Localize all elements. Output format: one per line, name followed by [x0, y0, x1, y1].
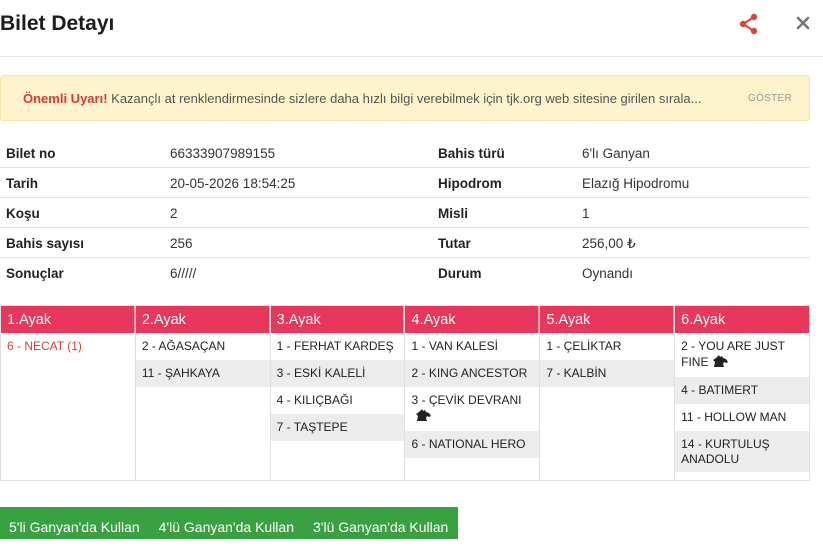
horse-name: 6 - NECAT (1) [7, 339, 82, 353]
info-label: Tarih [6, 176, 39, 191]
info-label: Bahis türü [438, 146, 505, 161]
leg-header: 5.Ayak [540, 306, 675, 333]
horse-name: 1 - ÇELİKTAR [546, 339, 622, 353]
info-label: Bilet no [6, 146, 56, 161]
horse-head-icon [711, 354, 729, 372]
info-value: 256 [170, 236, 193, 251]
share-icon[interactable] [738, 13, 760, 35]
info-value: 66333907989155 [170, 146, 276, 161]
info-value: 20-05-2026 18:54:25 [170, 176, 296, 191]
use-ganyan-button[interactable]: 4'lü Ganyan'da Kullan [149, 507, 304, 539]
horse-name: 4 - BATIMERT [681, 383, 759, 397]
leg-column: 4.Ayak 1 - VAN KALESİ 2 - KING ANCESTOR 3 -… [405, 306, 541, 480]
leg-column: 2.Ayak 2 - AĞASAÇAN 11 - ŞAHKAYA [135, 306, 271, 480]
info-row: Koşu 2 Misli 1 [0, 198, 810, 228]
info-value: 6///// [170, 266, 197, 281]
leg-header: 3.Ayak [270, 306, 405, 333]
horse-name: 7 - TAŞTEPE [276, 420, 348, 434]
horse-item: 1 - ÇELİKTAR [540, 333, 674, 360]
horse-name: 11 - HOLLOW MAN [681, 410, 787, 424]
warning-alert: Önemli Uyarı! Kazançlı at renklendirmesi… [0, 75, 810, 121]
horse-item: 2 - KING ANCESTOR [405, 360, 540, 387]
ticket-info-table: Bilet no 66333907989155 Bahis türü 6'lı Gan… [0, 138, 810, 288]
horse-item: 6 - NECAT (1) [1, 333, 135, 360]
leg-column: 3.Ayak 1 - FERHAT KARDEŞ 3 - ESKİ KALELİ 4 … [270, 306, 406, 480]
horse-name: 11 - ŞAHKAYA [141, 366, 220, 380]
horse-item: 1 - FERHAT KARDEŞ [271, 333, 405, 360]
info-label: Misli [438, 206, 469, 221]
leg-header: 1.Ayak [1, 306, 135, 333]
alert-title: Önemli Uyarı! [23, 91, 108, 106]
horse-item: 3 - ESKİ KALELİ [270, 360, 405, 387]
horse-head-icon [414, 408, 432, 426]
alert-text: Önemli Uyarı! Kazançlı at renklendirmesi… [23, 91, 723, 106]
action-buttons: 5'li Ganyan'da Kullan 4'lü Ganyan'da Kull… [0, 507, 459, 539]
horse-name: 6 - NATIONAL HERO [411, 437, 526, 451]
info-label: Bahis sayısı [6, 236, 85, 251]
horse-item: 7 - TAŞTEPE [270, 414, 405, 441]
horse-name: 7 - KALBİN [546, 366, 607, 380]
horse-item: 11 - ŞAHKAYA [135, 360, 270, 387]
horse-name: 3 - ÇEVİK DEVRANI [411, 393, 522, 407]
horse-item: 2 - YOU ARE JUST FINE [675, 333, 809, 377]
horse-name: 4 - KILIÇBAĞI [276, 393, 353, 407]
info-row: Bahis sayısı 256 Tutar 256,00 ₺ [0, 228, 810, 258]
info-value: 6'lı Ganyan [582, 146, 650, 161]
info-label: Tutar [438, 236, 471, 251]
horse-item: 2 - AĞASAÇAN [136, 333, 270, 360]
use-ganyan-button[interactable]: 5'li Ganyan'da Kullan [0, 507, 150, 539]
info-label: Durum [438, 266, 482, 281]
leg-header: 2.Ayak [135, 306, 270, 333]
horse-name: 1 - VAN KALESİ [411, 339, 498, 353]
horse-name: 2 - YOU ARE JUST FINE [681, 339, 785, 370]
info-label: Sonuçlar [6, 266, 64, 281]
horse-name: 2 - KING ANCESTOR [411, 366, 528, 380]
horse-name: 2 - AĞASAÇAN [141, 339, 226, 353]
horse-item: 4 - BATIMERT [675, 377, 809, 404]
leg-column: 5.Ayak 1 - ÇELİKTAR 7 - KALBİN [540, 306, 676, 480]
horse-name: 3 - ESKİ KALELİ [276, 366, 366, 380]
info-row: Bilet no 66333907989155 Bahis türü 6'lı Gan… [0, 138, 810, 168]
info-label: Hipodrom [438, 176, 502, 191]
info-value: 256,00 ₺ [582, 236, 636, 251]
horse-item: 6 - NATIONAL HERO [405, 431, 540, 458]
info-label: Koşu [6, 206, 40, 221]
use-ganyan-button[interactable]: 3'lü Ganyan'da Kullan [304, 507, 459, 539]
horse-item: 11 - HOLLOW MAN [675, 404, 809, 431]
info-row: Sonuçlar 6///// Durum Oynandı [0, 258, 810, 288]
modal-header: Bilet Detayı [0, 0, 823, 57]
info-value: 1 [582, 206, 590, 221]
legs-grid: 1.Ayak 6 - NECAT (1) 2.Ayak 2 - AĞASAÇAN 11 … [0, 305, 810, 481]
info-value: Oynandı [582, 266, 634, 281]
leg-header: 4.Ayak [405, 306, 540, 333]
show-button[interactable]: GÖSTER [748, 93, 792, 104]
page-title: Bilet Detayı [0, 12, 115, 35]
horse-item: 7 - KALBİN [540, 360, 675, 387]
horse-item: 3 - ÇEVİK DEVRANI [405, 387, 539, 431]
info-value: 2 [170, 206, 178, 221]
horse-name: 14 - KURTULUŞ ANADOLU [681, 437, 770, 466]
horse-name: 1 - FERHAT KARDEŞ [276, 339, 394, 353]
close-icon[interactable] [793, 13, 813, 33]
leg-column: 1.Ayak 6 - NECAT (1) [1, 306, 136, 480]
info-row: Tarih 20-05-2026 18:54:25 Hipodrom Elazığ H… [0, 168, 810, 198]
leg-column: 6.Ayak 2 - YOU ARE JUST FINE 4 - BATIMERT 1… [675, 306, 809, 480]
horse-item: 4 - KILIÇBAĞI [271, 387, 405, 414]
horse-item: 1 - VAN KALESİ [405, 333, 539, 360]
alert-message: Kazançlı at renklendirmesinde sizlere da… [111, 91, 702, 106]
horse-item: 14 - KURTULUŞ ANADOLU [675, 431, 809, 472]
info-value: Elazığ Hipodromu [582, 176, 690, 191]
leg-header: 6.Ayak [675, 306, 809, 333]
